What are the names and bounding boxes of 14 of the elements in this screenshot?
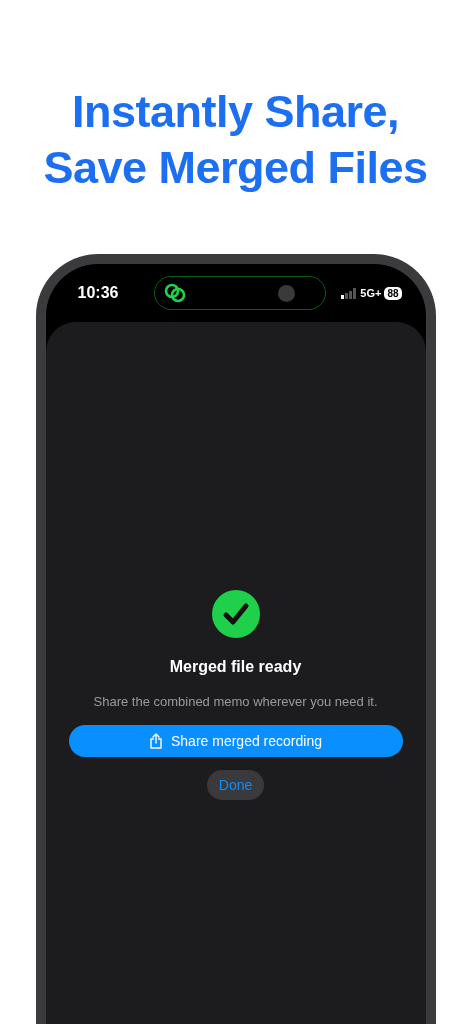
- signal-icon: [341, 287, 358, 299]
- camera-dot: [277, 284, 295, 302]
- link-rings-icon: [162, 282, 187, 304]
- sheet-title: Merged file ready: [169, 658, 302, 676]
- network-label: 5G+: [360, 287, 382, 299]
- share-button[interactable]: Share merged recording: [68, 725, 403, 757]
- share-icon: [149, 733, 163, 749]
- status-time: 10:36: [77, 284, 120, 302]
- sheet-message: Share the combined memo wherever you need it.: [93, 694, 378, 709]
- check-icon: [211, 590, 260, 638]
- battery-level: 88: [384, 286, 402, 300]
- done-button[interactable]: Done: [206, 770, 265, 800]
- headline: Instantly Share,: [71, 85, 400, 139]
- headline: Save Merged Files: [43, 141, 428, 195]
